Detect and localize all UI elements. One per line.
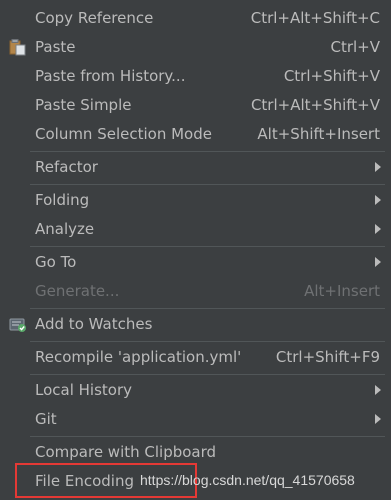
menu-item-analyze[interactable]: Analyze — [0, 215, 391, 244]
menu-separator — [30, 308, 385, 309]
menu-item-shortcut: Ctrl+Shift+F9 — [275, 348, 380, 366]
menu-item-paste-simple[interactable]: Paste Simple Ctrl+Alt+Shift+V — [0, 91, 391, 120]
menu-item-label: Git — [35, 410, 57, 428]
menu-item-label: Compare with Clipboard — [35, 443, 217, 461]
menu-item-add-to-watches[interactable]: Add to Watches — [0, 310, 391, 339]
submenu-arrow-icon — [375, 195, 381, 205]
add-watch-icon — [9, 316, 27, 333]
menu-separator — [30, 151, 385, 152]
menu-item-label: Folding — [35, 191, 90, 209]
menu-item-copy-reference[interactable]: Copy Reference Ctrl+Alt+Shift+C — [0, 4, 391, 33]
menu-item-shortcut: Ctrl+Shift+V — [283, 67, 380, 85]
menu-item-column-selection-mode[interactable]: Column Selection Mode Alt+Shift+Insert — [0, 120, 391, 149]
menu-item-folding[interactable]: Folding — [0, 186, 391, 215]
menu-item-shortcut: Ctrl+V — [330, 38, 380, 56]
submenu-arrow-icon — [375, 414, 381, 424]
menu-item-label: Recompile 'application.yml' — [35, 348, 242, 366]
menu-item-shortcut: Ctrl+Alt+Shift+C — [250, 9, 380, 27]
menu-item-shortcut: Alt+Insert — [304, 282, 380, 300]
menu-item-label: Paste — [35, 38, 76, 56]
menu-item-shortcut: Alt+Shift+Insert — [257, 125, 380, 143]
menu-item-go-to[interactable]: Go To — [0, 248, 391, 277]
menu-item-git[interactable]: Git — [0, 405, 391, 434]
menu-separator — [30, 341, 385, 342]
clipboard-icon — [9, 39, 27, 56]
menu-item-label: Add to Watches — [35, 315, 153, 333]
menu-item-label: Column Selection Mode — [35, 125, 212, 143]
menu-item-label: Copy Reference — [35, 9, 154, 27]
submenu-arrow-icon — [375, 162, 381, 172]
menu-item-shortcut: Ctrl+Alt+Shift+V — [250, 96, 380, 114]
menu-item-label: Analyze — [35, 220, 95, 238]
menu-item-paste[interactable]: Paste Ctrl+V — [0, 33, 391, 62]
menu-item-refactor[interactable]: Refactor — [0, 153, 391, 182]
menu-item-label: Local History — [35, 381, 133, 399]
menu-separator — [30, 184, 385, 185]
menu-item-label: Refactor — [35, 158, 98, 176]
menu-item-paste-from-history[interactable]: Paste from History... Ctrl+Shift+V — [0, 62, 391, 91]
menu-item-recompile[interactable]: Recompile 'application.yml' Ctrl+Shift+F… — [0, 343, 391, 372]
menu-separator — [30, 436, 385, 437]
submenu-arrow-icon — [375, 385, 381, 395]
menu-item-label: Paste Simple — [35, 96, 132, 114]
menu-item-label: Paste from History... — [35, 67, 186, 85]
context-menu: Copy Reference Ctrl+Alt+Shift+C Paste Ct… — [0, 0, 391, 500]
menu-item-generate: Generate... Alt+Insert — [0, 277, 391, 306]
watermark-url: https://blog.csdn.net/qq_41570658 — [140, 472, 355, 488]
menu-separator — [30, 374, 385, 375]
submenu-arrow-icon — [375, 257, 381, 267]
submenu-arrow-icon — [375, 224, 381, 234]
menu-item-label: Go To — [35, 253, 77, 271]
menu-item-local-history[interactable]: Local History — [0, 376, 391, 405]
menu-item-label: Generate... — [35, 282, 120, 300]
menu-separator — [30, 246, 385, 247]
